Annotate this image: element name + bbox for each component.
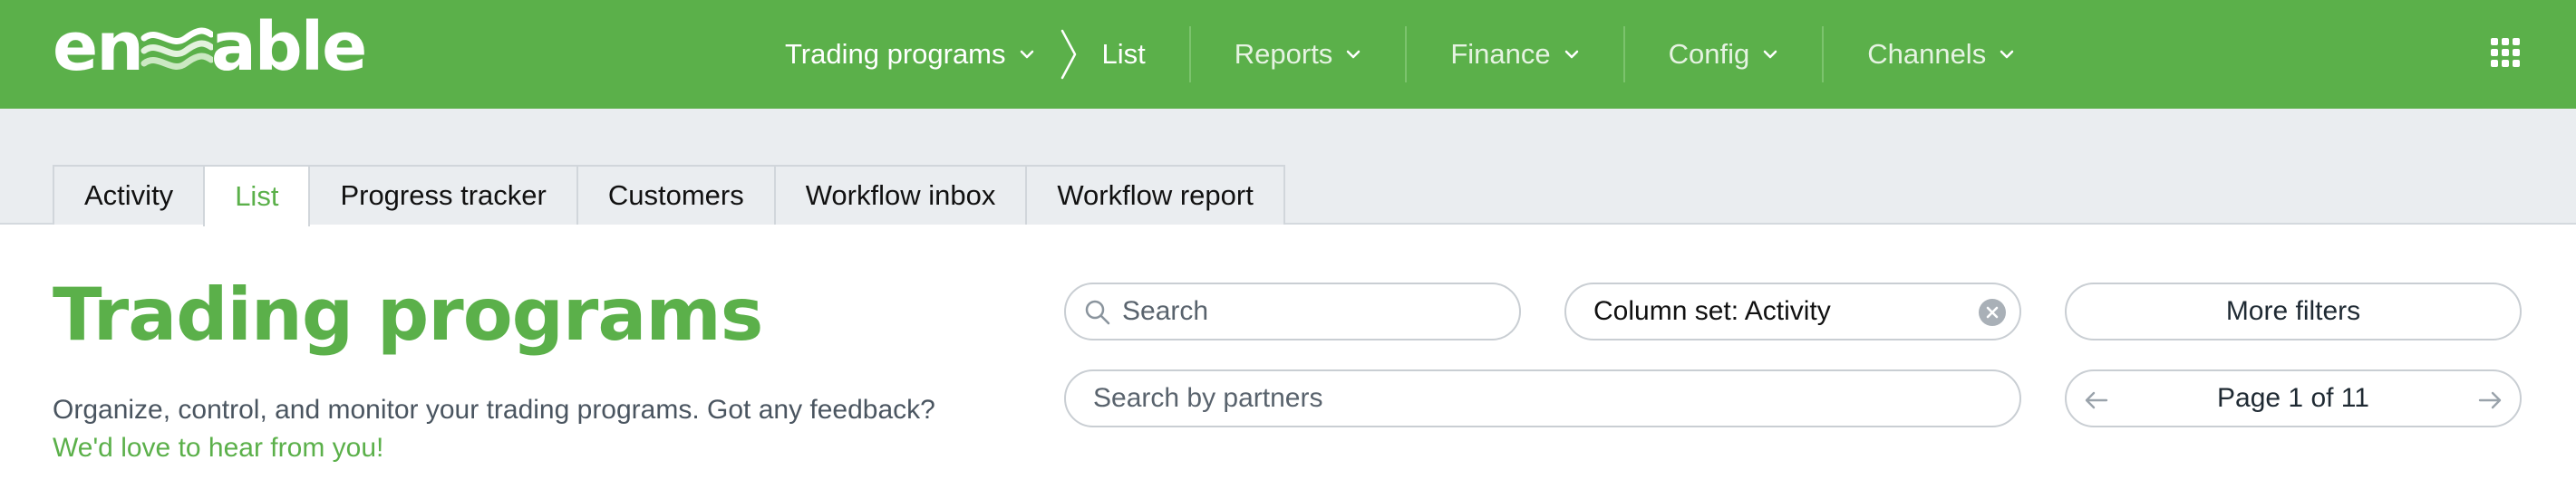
page-description: Organize, control, and monitor your trad…	[53, 391, 1068, 467]
nav-channels-label: Channels	[1867, 38, 1987, 70]
nav-reports[interactable]: Reports	[1235, 0, 1362, 109]
search-placeholder: Search	[1122, 296, 1209, 326]
nav-finance-label: Finance	[1450, 38, 1551, 70]
breadcrumb-current: List	[1102, 0, 1146, 109]
description-text: Organize, control, and monitor your trad…	[53, 395, 935, 425]
nav-finance[interactable]: Finance	[1450, 0, 1579, 109]
partners-placeholder: Search by partners	[1093, 383, 1323, 413]
column-set-value: Column set: Activity	[1593, 296, 1831, 326]
nav-divider	[1405, 26, 1408, 82]
chevron-down-icon	[1763, 50, 1777, 59]
nav-divider	[1822, 26, 1825, 82]
arrow-right-icon[interactable]	[2476, 387, 2503, 414]
tab-list: Activity List Progress tracker Customers…	[53, 165, 1285, 226]
tab-customers[interactable]: Customers	[576, 165, 776, 225]
nav-config-label: Config	[1668, 38, 1750, 70]
partners-search-input[interactable]: Search by partners	[1064, 369, 2021, 427]
tab-band: Activity List Progress tracker Customers…	[0, 109, 2576, 226]
breadcrumb-parent-label: Trading programs	[785, 38, 1006, 70]
nav-reports-label: Reports	[1234, 38, 1333, 70]
search-input[interactable]: Search	[1064, 283, 1521, 340]
arrow-left-icon[interactable]	[2083, 387, 2110, 414]
tab-progress-tracker[interactable]: Progress tracker	[308, 165, 578, 225]
clear-icon[interactable]	[1978, 298, 2007, 327]
logo-waves-icon	[140, 27, 213, 70]
chevron-down-icon	[1347, 50, 1361, 59]
logo-text-right: able	[210, 8, 367, 86]
chevron-down-icon	[1564, 50, 1578, 59]
top-navigation-bar: en able Trading programs List Reports Fi…	[0, 0, 2576, 109]
feedback-link[interactable]: We'd love to hear from you!	[53, 429, 1068, 467]
page-indicator: Page 1 of 11	[2217, 383, 2369, 413]
nav-channels[interactable]: Channels	[1867, 0, 2015, 109]
main-nav: Trading programs List Reports Finance Co…	[785, 0, 2015, 109]
breadcrumb-trading-programs[interactable]: Trading programs	[785, 0, 1035, 109]
nav-divider	[1622, 26, 1625, 82]
more-filters-label: More filters	[2225, 296, 2361, 326]
pagination: Page 1 of 11	[2065, 369, 2522, 427]
chevron-down-icon	[1020, 50, 1033, 59]
nav-divider	[1188, 26, 1191, 82]
search-icon	[1085, 300, 1110, 325]
tab-activity[interactable]: Activity	[53, 165, 206, 225]
enable-logo[interactable]: en able	[53, 14, 367, 81]
nav-config[interactable]: Config	[1669, 0, 1779, 109]
tab-workflow-inbox[interactable]: Workflow inbox	[773, 165, 1028, 225]
breadcrumb-current-label: List	[1101, 38, 1146, 70]
chevron-down-icon	[2000, 50, 2014, 59]
more-filters-button[interactable]: More filters	[2065, 283, 2522, 340]
column-set-select[interactable]: Column set: Activity	[1564, 283, 2021, 340]
tab-list[interactable]: List	[203, 165, 311, 226]
tab-workflow-report[interactable]: Workflow report	[1025, 165, 1285, 225]
breadcrumb-separator-icon	[1060, 29, 1076, 80]
page-title: Trading programs	[53, 273, 763, 357]
logo-text-left: en	[53, 8, 144, 86]
apps-grid-icon[interactable]	[2491, 38, 2520, 67]
